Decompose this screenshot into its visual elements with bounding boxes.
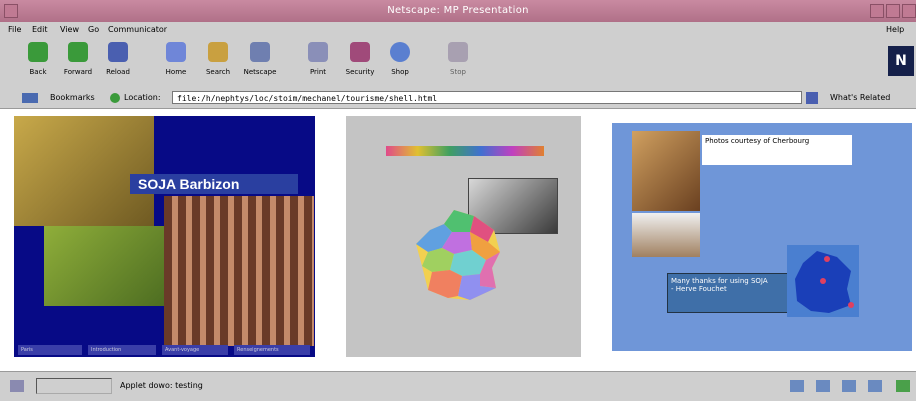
page-content: SOJA Barbizon Paris Introduction Avant-v… (0, 109, 916, 371)
location-bar: Bookmarks Location: file:/h/nephtys/loc/… (0, 88, 916, 109)
menu-view[interactable]: View (60, 25, 79, 34)
location-label: Location: (124, 93, 161, 102)
print-icon (308, 42, 328, 62)
minimize-button[interactable] (870, 4, 884, 18)
stop-button[interactable]: Stop (436, 42, 480, 84)
forest-image (164, 196, 314, 346)
check-tray-icon[interactable] (896, 380, 910, 392)
colorful-title-banner (386, 146, 544, 156)
slide-tab-paris[interactable]: Paris (18, 345, 82, 355)
discussion-tray-icon[interactable] (868, 380, 882, 392)
maximize-button[interactable] (886, 4, 900, 18)
print-button[interactable]: Print (296, 42, 340, 84)
netscape-button[interactable]: Netscape (238, 42, 282, 84)
whats-related-button[interactable]: What's Related (830, 93, 890, 102)
home-button[interactable]: Home (154, 42, 198, 84)
menu-edit[interactable]: Edit (32, 25, 48, 34)
location-icon (110, 93, 120, 103)
menu-file[interactable]: File (8, 25, 21, 34)
slide-tab-renseignements[interactable]: Renseignements (234, 345, 310, 355)
painting-image (14, 116, 154, 226)
menu-communicator[interactable]: Communicator (108, 25, 167, 34)
reload-label: Reload (106, 68, 130, 76)
netscape-label: Netscape (243, 68, 277, 76)
menu-bar: File Edit View Go Communicator Help (0, 22, 916, 39)
navigation-toolbar: Back Forward Reload Home Search Netscape… (0, 38, 916, 89)
stop-label: Stop (450, 68, 466, 76)
security-label: Security (345, 68, 375, 76)
search-icon (208, 42, 228, 62)
composer-tray-icon[interactable] (842, 380, 856, 392)
home-icon (166, 42, 186, 62)
print-label: Print (309, 68, 327, 76)
slide-tab-introduction[interactable]: Introduction (88, 345, 156, 355)
search-label: Search (205, 68, 231, 76)
window-title: Netscape: MP Presentation (387, 5, 529, 16)
url-input[interactable]: file:/h/nephtys/loc/stoim/mechanel/touri… (172, 91, 802, 104)
slide-thanks[interactable]: Photos courtesy of Cherbourg Many thanks… (612, 123, 912, 351)
netscape-logo[interactable]: N (888, 46, 914, 76)
arches-photo (632, 131, 700, 211)
reload-button[interactable]: Reload (96, 42, 140, 84)
thanks-note: Many thanks for using SOJA - Herve Fouch… (667, 273, 792, 313)
shop-label: Shop (391, 68, 409, 76)
home-label: Home (165, 68, 187, 76)
shop-button[interactable]: Shop (378, 42, 422, 84)
menu-go[interactable]: Go (88, 25, 99, 34)
back-label: Back (29, 68, 47, 76)
building-photo (632, 213, 700, 257)
search-button[interactable]: Search (196, 42, 240, 84)
navigator-tray-icon[interactable] (790, 380, 804, 392)
photo-credit: Photos courtesy of Cherbourg (702, 135, 852, 165)
window-titlebar[interactable]: Netscape: MP Presentation (0, 0, 916, 23)
slide-tab-avant-voyage[interactable]: Avant-voyage (162, 345, 228, 355)
bookmarks-icon (22, 93, 38, 103)
forward-button[interactable]: Forward (56, 42, 100, 84)
bookmarks-button[interactable]: Bookmarks (50, 93, 95, 102)
security-lock-icon (350, 42, 370, 62)
slide-barbizon[interactable]: SOJA Barbizon Paris Introduction Avant-v… (14, 116, 315, 357)
back-button[interactable]: Back (16, 42, 60, 84)
netscape-icon (250, 42, 270, 62)
security-button[interactable]: Security (338, 42, 382, 84)
forward-arrow-icon (68, 42, 88, 62)
slide-france-map[interactable] (346, 116, 581, 357)
progress-meter (36, 378, 112, 394)
back-arrow-icon (28, 42, 48, 62)
shop-icon (390, 42, 410, 62)
related-icon (806, 92, 818, 104)
status-bar: Applet dowo: testing (0, 371, 916, 401)
france-outline-map (787, 245, 859, 317)
forward-label: Forward (63, 68, 93, 76)
security-status-icon[interactable] (10, 380, 24, 392)
close-button[interactable] (902, 4, 916, 18)
france-regions-map (416, 210, 500, 300)
slide-title: SOJA Barbizon (130, 174, 298, 194)
mail-tray-icon[interactable] (816, 380, 830, 392)
stop-icon (448, 42, 468, 62)
menu-help[interactable]: Help (886, 25, 904, 34)
village-image (44, 226, 174, 306)
reload-icon (108, 42, 128, 62)
status-message: Applet dowo: testing (120, 381, 203, 390)
